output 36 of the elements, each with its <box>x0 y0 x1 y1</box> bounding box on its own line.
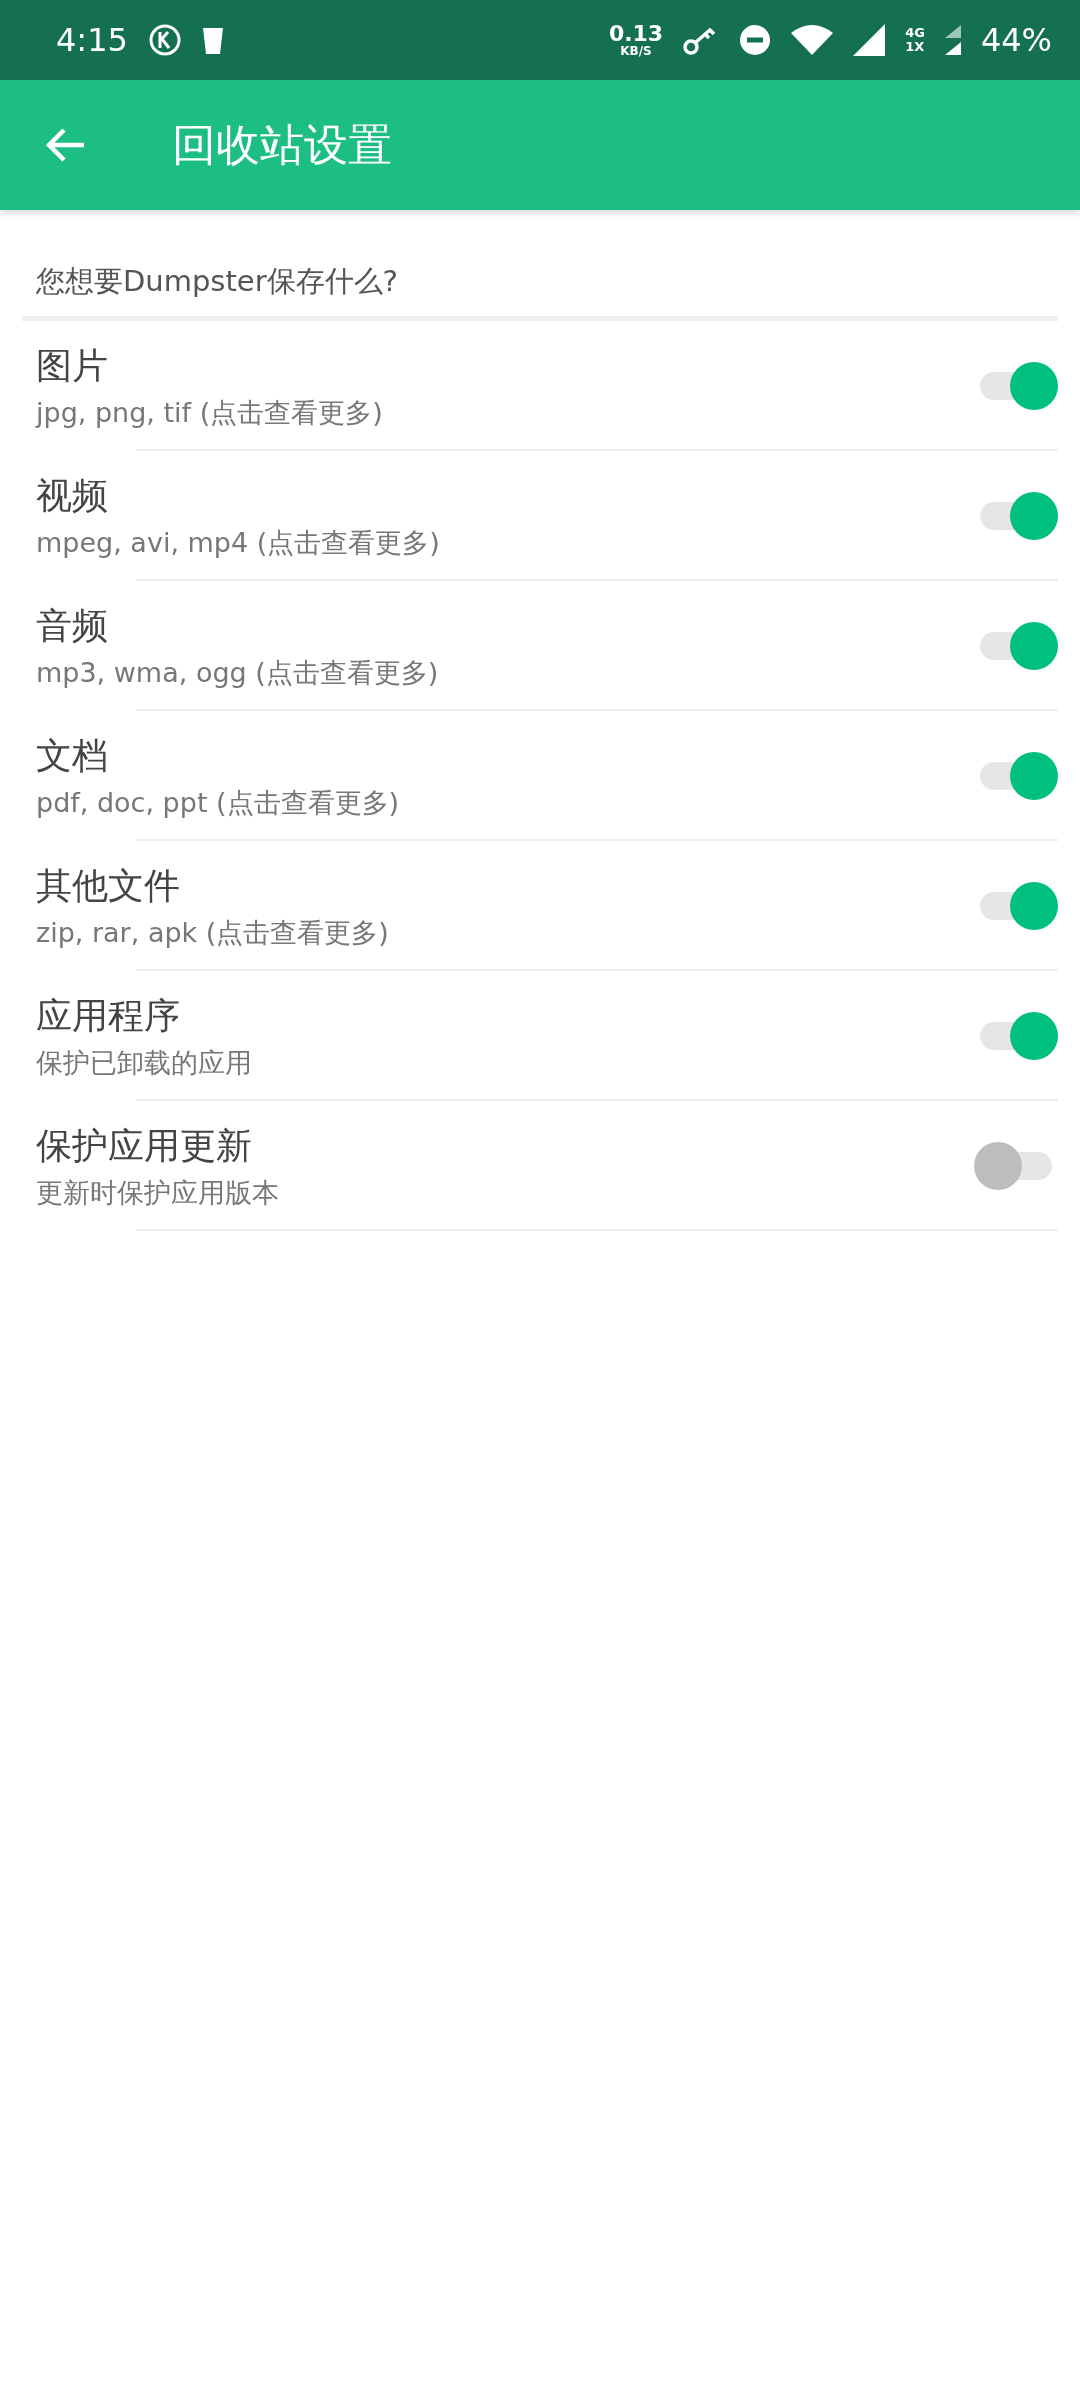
setting-row[interactable]: 文档 pdf, doc, ppt (点击查看更多) <box>22 711 1058 841</box>
setting-summary: mp3, wma, ogg (点击查看更多) <box>36 655 440 690</box>
network-type: 1X <box>905 40 925 54</box>
speed-unit: KB/S <box>620 45 652 57</box>
setting-title: 文档 <box>36 733 109 778</box>
wifi-icon <box>791 25 834 55</box>
screen-title: 回收站设置 <box>172 117 392 172</box>
setting-title: 应用程序 <box>36 993 181 1038</box>
k-circle-icon <box>147 23 182 57</box>
setting-summary: 更新时保护应用版本 <box>36 1175 280 1210</box>
do-not-disturb-icon <box>739 24 772 56</box>
clock: 4:15 <box>56 21 128 59</box>
setting-title: 图片 <box>36 343 109 388</box>
speed-value: 0.13 <box>608 23 664 45</box>
signal-icon <box>853 24 886 56</box>
setting-summary: 保护已卸载的应用 <box>36 1045 253 1080</box>
setting-row[interactable]: 应用程序 保护已卸载的应用 <box>22 971 1058 1101</box>
setting-title: 保护应用更新 <box>36 1123 253 1168</box>
setting-summary: zip, rar, apk (点击查看更多) <box>36 915 390 950</box>
trash-icon <box>201 25 224 55</box>
battery-percent: 44% <box>980 21 1052 59</box>
signal-icon <box>944 25 961 55</box>
network-type: 4G <box>905 26 925 40</box>
setting-summary: pdf, doc, ppt (点击查看更多) <box>36 785 401 820</box>
setting-summary: mpeg, avi, mp4 (点击查看更多) <box>36 525 441 560</box>
setting-row[interactable]: 音频 mp3, wma, ogg (点击查看更多) <box>22 581 1058 711</box>
setting-row[interactable]: 保护应用更新 更新时保护应用版本 <box>22 1101 1058 1231</box>
setting-summary: jpg, png, tif (点击查看更多) <box>36 395 384 430</box>
back-arrow-icon <box>46 127 86 163</box>
section-header: 您想要Dumpster保存什么? <box>22 210 1058 321</box>
setting-title: 视频 <box>36 473 109 518</box>
setting-title: 其他文件 <box>36 863 181 908</box>
setting-title: 音频 <box>36 603 109 648</box>
setting-row[interactable]: 图片 jpg, png, tif (点击查看更多) <box>22 321 1058 451</box>
setting-row[interactable]: 其他文件 zip, rar, apk (点击查看更多) <box>22 841 1058 971</box>
setting-row[interactable]: 视频 mpeg, avi, mp4 (点击查看更多) <box>22 451 1058 581</box>
